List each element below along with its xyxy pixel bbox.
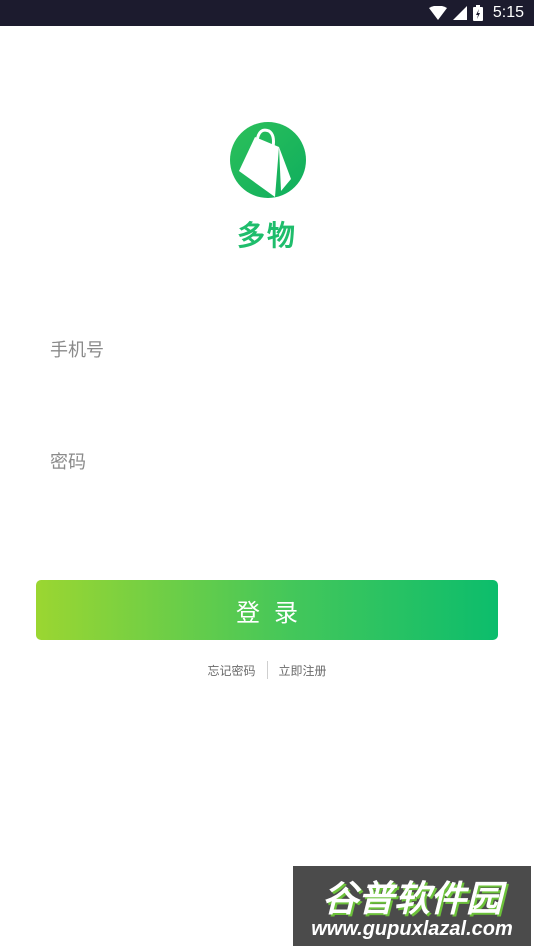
status-time: 5:15	[492, 4, 524, 21]
watermark: 谷普软件园 www.gupuxlazal.com	[293, 866, 531, 946]
watermark-title: 谷普软件园	[321, 879, 502, 920]
status-bar: 5:15	[0, 0, 534, 26]
phone-input[interactable]	[36, 320, 498, 380]
auth-links: 忘记密码 立即注册	[0, 661, 534, 679]
link-divider	[266, 661, 268, 679]
register-link[interactable]: 立即注册	[279, 662, 327, 679]
password-field[interactable]	[36, 432, 498, 492]
watermark-url: www.gupuxlazal.com	[311, 918, 513, 940]
shopping-bag-logo-icon	[230, 122, 306, 198]
battery-icon	[472, 5, 483, 21]
app-name: 多物	[236, 219, 297, 252]
signal-icon	[452, 6, 467, 20]
status-icons: 5:15	[428, 0, 524, 26]
login-button[interactable]: 登录	[36, 580, 498, 640]
password-input[interactable]	[36, 432, 498, 492]
phone-field[interactable]	[36, 320, 498, 380]
wifi-icon	[428, 6, 447, 20]
forgot-password-link[interactable]: 忘记密码	[207, 662, 255, 679]
